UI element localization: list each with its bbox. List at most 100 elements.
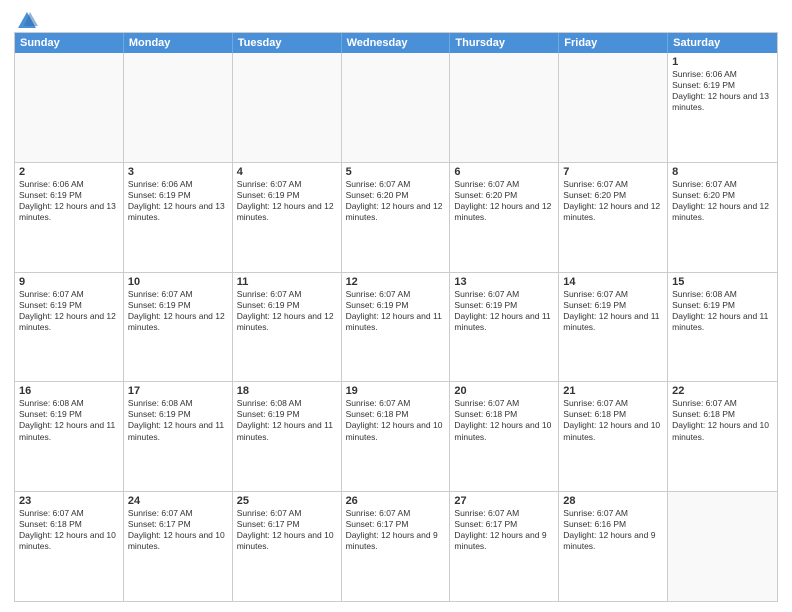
day-number: 11 <box>237 276 337 288</box>
day-info: Sunrise: 6:07 AM Sunset: 6:19 PM Dayligh… <box>346 289 446 333</box>
calendar-row-2: 2Sunrise: 6:06 AM Sunset: 6:19 PM Daylig… <box>15 163 777 273</box>
day-number: 24 <box>128 495 228 507</box>
header-day-thursday: Thursday <box>450 33 559 53</box>
day-number: 16 <box>19 385 119 397</box>
calendar-cell: 24Sunrise: 6:07 AM Sunset: 6:17 PM Dayli… <box>124 492 233 601</box>
calendar-cell: 28Sunrise: 6:07 AM Sunset: 6:16 PM Dayli… <box>559 492 668 601</box>
day-number: 19 <box>346 385 446 397</box>
day-number: 8 <box>672 166 773 178</box>
day-number: 2 <box>19 166 119 178</box>
day-info: Sunrise: 6:07 AM Sunset: 6:20 PM Dayligh… <box>672 179 773 223</box>
day-number: 14 <box>563 276 663 288</box>
calendar-cell: 25Sunrise: 6:07 AM Sunset: 6:17 PM Dayli… <box>233 492 342 601</box>
logo-icon <box>16 10 38 32</box>
day-number: 4 <box>237 166 337 178</box>
day-info: Sunrise: 6:07 AM Sunset: 6:19 PM Dayligh… <box>454 289 554 333</box>
calendar-cell: 8Sunrise: 6:07 AM Sunset: 6:20 PM Daylig… <box>668 163 777 272</box>
calendar-cell <box>124 53 233 162</box>
day-info: Sunrise: 6:07 AM Sunset: 6:20 PM Dayligh… <box>454 179 554 223</box>
day-number: 25 <box>237 495 337 507</box>
calendar-row-1: 1Sunrise: 6:06 AM Sunset: 6:19 PM Daylig… <box>15 53 777 163</box>
day-number: 10 <box>128 276 228 288</box>
calendar-cell: 17Sunrise: 6:08 AM Sunset: 6:19 PM Dayli… <box>124 382 233 491</box>
header-day-monday: Monday <box>124 33 233 53</box>
day-info: Sunrise: 6:07 AM Sunset: 6:17 PM Dayligh… <box>454 508 554 552</box>
day-number: 23 <box>19 495 119 507</box>
calendar-cell: 3Sunrise: 6:06 AM Sunset: 6:19 PM Daylig… <box>124 163 233 272</box>
day-info: Sunrise: 6:07 AM Sunset: 6:17 PM Dayligh… <box>346 508 446 552</box>
header-day-saturday: Saturday <box>668 33 777 53</box>
calendar-cell <box>342 53 451 162</box>
calendar-cell: 21Sunrise: 6:07 AM Sunset: 6:18 PM Dayli… <box>559 382 668 491</box>
page: SundayMondayTuesdayWednesdayThursdayFrid… <box>0 0 792 612</box>
calendar-cell: 22Sunrise: 6:07 AM Sunset: 6:18 PM Dayli… <box>668 382 777 491</box>
calendar-cell: 23Sunrise: 6:07 AM Sunset: 6:18 PM Dayli… <box>15 492 124 601</box>
day-number: 22 <box>672 385 773 397</box>
calendar-cell: 18Sunrise: 6:08 AM Sunset: 6:19 PM Dayli… <box>233 382 342 491</box>
calendar-cell: 1Sunrise: 6:06 AM Sunset: 6:19 PM Daylig… <box>668 53 777 162</box>
day-info: Sunrise: 6:07 AM Sunset: 6:18 PM Dayligh… <box>563 398 663 442</box>
calendar-cell <box>559 53 668 162</box>
calendar-cell: 5Sunrise: 6:07 AM Sunset: 6:20 PM Daylig… <box>342 163 451 272</box>
day-info: Sunrise: 6:07 AM Sunset: 6:19 PM Dayligh… <box>237 289 337 333</box>
day-info: Sunrise: 6:08 AM Sunset: 6:19 PM Dayligh… <box>237 398 337 442</box>
day-info: Sunrise: 6:06 AM Sunset: 6:19 PM Dayligh… <box>672 69 773 113</box>
calendar-cell: 10Sunrise: 6:07 AM Sunset: 6:19 PM Dayli… <box>124 273 233 382</box>
calendar-cell: 2Sunrise: 6:06 AM Sunset: 6:19 PM Daylig… <box>15 163 124 272</box>
day-info: Sunrise: 6:07 AM Sunset: 6:17 PM Dayligh… <box>237 508 337 552</box>
calendar-row-3: 9Sunrise: 6:07 AM Sunset: 6:19 PM Daylig… <box>15 273 777 383</box>
calendar-cell: 9Sunrise: 6:07 AM Sunset: 6:19 PM Daylig… <box>15 273 124 382</box>
day-info: Sunrise: 6:08 AM Sunset: 6:19 PM Dayligh… <box>19 398 119 442</box>
calendar-cell: 16Sunrise: 6:08 AM Sunset: 6:19 PM Dayli… <box>15 382 124 491</box>
day-number: 3 <box>128 166 228 178</box>
day-info: Sunrise: 6:07 AM Sunset: 6:18 PM Dayligh… <box>454 398 554 442</box>
day-info: Sunrise: 6:07 AM Sunset: 6:19 PM Dayligh… <box>237 179 337 223</box>
header-day-friday: Friday <box>559 33 668 53</box>
header-day-sunday: Sunday <box>15 33 124 53</box>
day-info: Sunrise: 6:07 AM Sunset: 6:19 PM Dayligh… <box>19 289 119 333</box>
calendar-cell: 27Sunrise: 6:07 AM Sunset: 6:17 PM Dayli… <box>450 492 559 601</box>
day-info: Sunrise: 6:06 AM Sunset: 6:19 PM Dayligh… <box>128 179 228 223</box>
calendar-cell: 20Sunrise: 6:07 AM Sunset: 6:18 PM Dayli… <box>450 382 559 491</box>
day-number: 27 <box>454 495 554 507</box>
day-number: 9 <box>19 276 119 288</box>
day-info: Sunrise: 6:08 AM Sunset: 6:19 PM Dayligh… <box>128 398 228 442</box>
day-info: Sunrise: 6:08 AM Sunset: 6:19 PM Dayligh… <box>672 289 773 333</box>
day-info: Sunrise: 6:07 AM Sunset: 6:18 PM Dayligh… <box>346 398 446 442</box>
calendar-body: 1Sunrise: 6:06 AM Sunset: 6:19 PM Daylig… <box>15 53 777 601</box>
header-day-wednesday: Wednesday <box>342 33 451 53</box>
calendar-cell: 15Sunrise: 6:08 AM Sunset: 6:19 PM Dayli… <box>668 273 777 382</box>
day-number: 6 <box>454 166 554 178</box>
day-number: 13 <box>454 276 554 288</box>
day-info: Sunrise: 6:07 AM Sunset: 6:16 PM Dayligh… <box>563 508 663 552</box>
day-number: 12 <box>346 276 446 288</box>
calendar-cell: 14Sunrise: 6:07 AM Sunset: 6:19 PM Dayli… <box>559 273 668 382</box>
calendar-cell: 11Sunrise: 6:07 AM Sunset: 6:19 PM Dayli… <box>233 273 342 382</box>
day-number: 5 <box>346 166 446 178</box>
day-number: 17 <box>128 385 228 397</box>
day-number: 7 <box>563 166 663 178</box>
calendar: SundayMondayTuesdayWednesdayThursdayFrid… <box>14 32 778 602</box>
calendar-cell: 26Sunrise: 6:07 AM Sunset: 6:17 PM Dayli… <box>342 492 451 601</box>
day-info: Sunrise: 6:07 AM Sunset: 6:17 PM Dayligh… <box>128 508 228 552</box>
day-info: Sunrise: 6:07 AM Sunset: 6:18 PM Dayligh… <box>19 508 119 552</box>
calendar-row-5: 23Sunrise: 6:07 AM Sunset: 6:18 PM Dayli… <box>15 492 777 601</box>
day-number: 28 <box>563 495 663 507</box>
calendar-header: SundayMondayTuesdayWednesdayThursdayFrid… <box>15 33 777 53</box>
calendar-cell <box>668 492 777 601</box>
calendar-cell: 19Sunrise: 6:07 AM Sunset: 6:18 PM Dayli… <box>342 382 451 491</box>
header <box>14 10 778 26</box>
day-number: 18 <box>237 385 337 397</box>
calendar-cell <box>233 53 342 162</box>
day-info: Sunrise: 6:07 AM Sunset: 6:19 PM Dayligh… <box>128 289 228 333</box>
day-number: 26 <box>346 495 446 507</box>
calendar-row-4: 16Sunrise: 6:08 AM Sunset: 6:19 PM Dayli… <box>15 382 777 492</box>
calendar-cell: 13Sunrise: 6:07 AM Sunset: 6:19 PM Dayli… <box>450 273 559 382</box>
day-number: 15 <box>672 276 773 288</box>
header-day-tuesday: Tuesday <box>233 33 342 53</box>
day-number: 20 <box>454 385 554 397</box>
logo <box>14 10 38 26</box>
day-info: Sunrise: 6:07 AM Sunset: 6:19 PM Dayligh… <box>563 289 663 333</box>
day-number: 1 <box>672 56 773 68</box>
day-info: Sunrise: 6:06 AM Sunset: 6:19 PM Dayligh… <box>19 179 119 223</box>
